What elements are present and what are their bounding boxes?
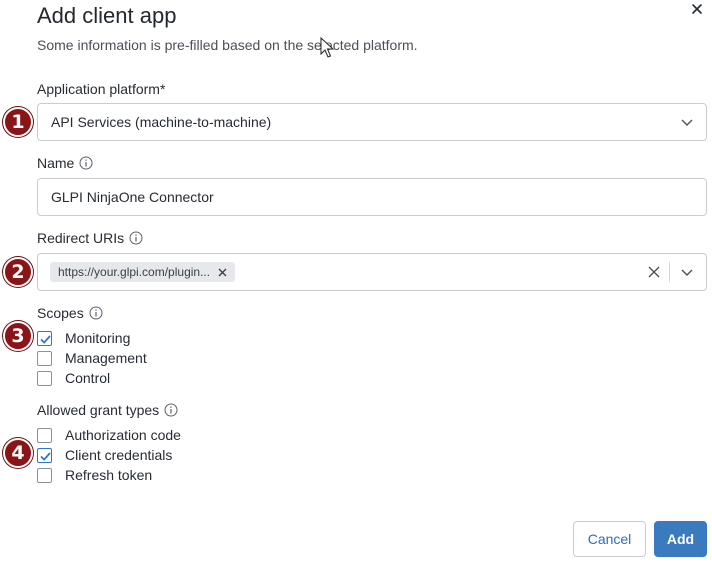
grants-label: Allowed grant types [37, 402, 178, 418]
scopes-label: Scopes [37, 305, 103, 321]
scope-monitoring[interactable]: Monitoring [37, 330, 130, 346]
platform-label: Application platform* [37, 81, 165, 97]
info-icon[interactable] [164, 403, 178, 417]
redirect-uris-select[interactable]: https://your.glpi.com/plugin... [37, 253, 707, 291]
chevron-down-icon[interactable] [680, 265, 694, 279]
redirect-uri-tag: https://your.glpi.com/plugin... [50, 262, 236, 282]
info-icon[interactable] [79, 156, 93, 170]
redirect-label-text: Redirect URIs [37, 230, 125, 246]
checkbox[interactable] [37, 370, 52, 386]
grant-refresh-token-label: Refresh token [65, 467, 153, 483]
scope-control[interactable]: Control [37, 370, 110, 386]
scopes-label-text: Scopes [37, 305, 84, 321]
name-input[interactable]: GLPI NinjaOne Connector [37, 178, 707, 216]
annotation-badge-3: 3 [3, 321, 33, 351]
checkbox[interactable] [37, 427, 52, 443]
dialog-title: Add client app [37, 3, 177, 28]
info-icon[interactable] [89, 306, 103, 320]
annotation-badge-1: 1 [3, 107, 33, 137]
clear-icon[interactable] [648, 266, 660, 278]
platform-select-value: API Services (machine-to-machine) [51, 114, 272, 130]
redirect-label: Redirect URIs [37, 230, 143, 246]
annotation-badge-4: 4 [3, 438, 33, 468]
grant-refresh-token[interactable]: Refresh token [37, 467, 152, 483]
remove-tag-icon[interactable] [218, 268, 227, 277]
grant-authorization-code[interactable]: Authorization code [37, 427, 181, 443]
grant-client-credentials-label: Client credentials [65, 447, 173, 463]
platform-select[interactable]: API Services (machine-to-machine) [37, 103, 707, 141]
redirect-uri-tag-text: https://your.glpi.com/plugin... [58, 265, 211, 279]
annotation-badge-2: 2 [3, 257, 33, 287]
info-icon[interactable] [129, 231, 143, 245]
checkbox-checked[interactable] [37, 447, 52, 463]
grant-authorization-code-label: Authorization code [65, 427, 181, 443]
field-divider [669, 262, 670, 282]
name-label-text: Name [37, 155, 75, 171]
checkbox[interactable] [37, 467, 52, 483]
add-button[interactable]: Add [654, 521, 707, 557]
dialog-subtitle: Some information is pre-filled based on … [37, 37, 418, 53]
grant-client-credentials[interactable]: Client credentials [37, 447, 172, 463]
grants-label-text: Allowed grant types [37, 402, 160, 418]
mouse-cursor-icon [320, 36, 335, 59]
chevron-down-icon [681, 119, 693, 126]
platform-label-text: Application platform* [37, 81, 166, 97]
name-input-value: GLPI NinjaOne Connector [51, 189, 214, 205]
scope-management-label: Management [65, 350, 147, 366]
name-label: Name [37, 155, 93, 171]
checkbox[interactable] [37, 350, 52, 366]
scope-control-label: Control [65, 370, 111, 386]
scope-management[interactable]: Management [37, 350, 147, 366]
cancel-button[interactable]: Cancel [573, 521, 646, 557]
close-icon[interactable] [688, 0, 706, 18]
scope-monitoring-label: Monitoring [65, 330, 131, 346]
checkbox-checked[interactable] [37, 330, 52, 346]
